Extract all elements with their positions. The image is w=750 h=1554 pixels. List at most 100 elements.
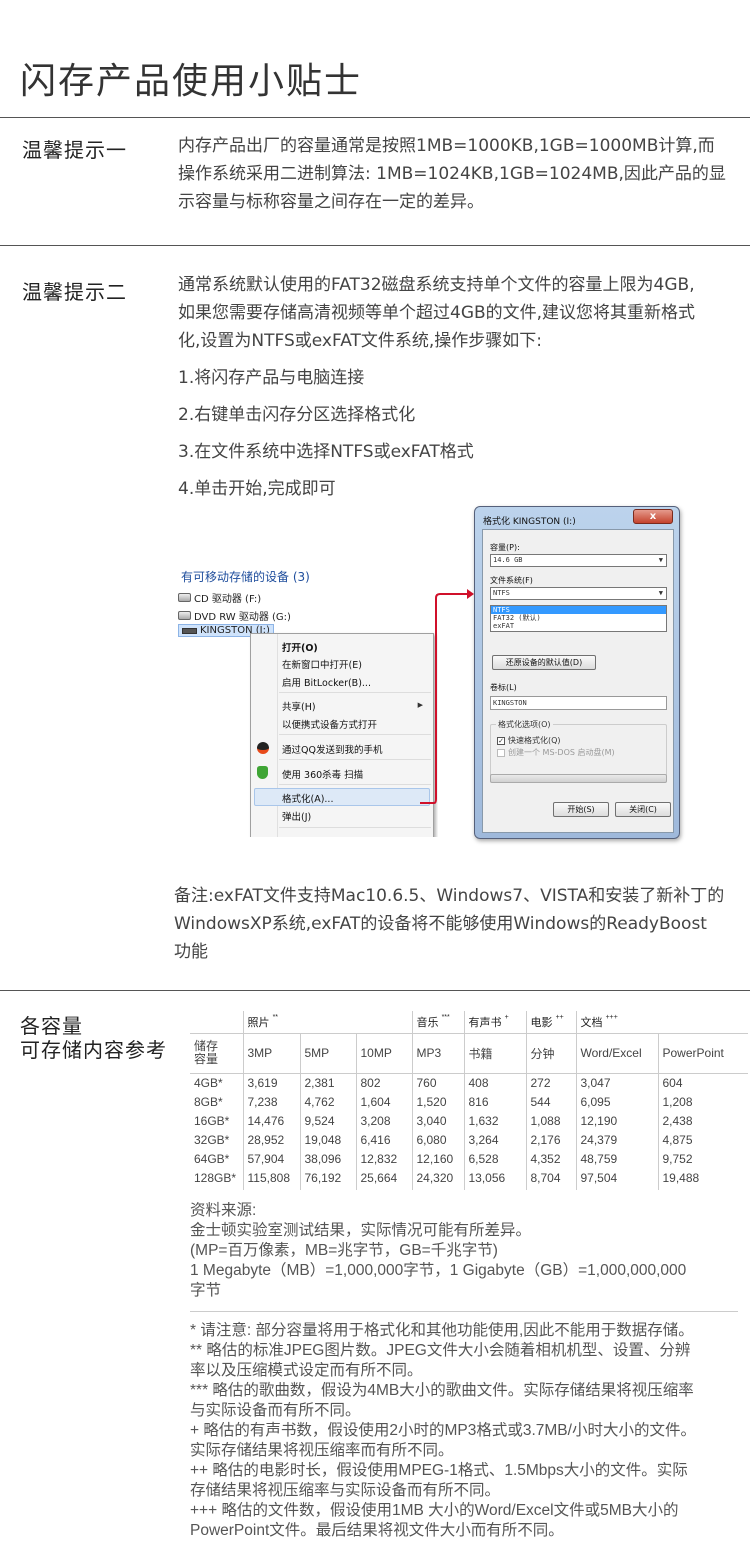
tip2-line: 化,设置为NTFS或exFAT文件系统,操作步骤如下: (178, 331, 543, 351)
footnote-line: + 略估的有声书数，假设使用2小时的MP3格式或3.7MB/小时大小的文件。 (190, 1422, 696, 1439)
filesystem-value: NTFS (493, 589, 510, 597)
volume-label-input[interactable]: KINGSTON (490, 696, 667, 710)
fs-option-exfat[interactable]: exFAT (491, 622, 666, 630)
connector-arrow-icon (420, 589, 474, 804)
tip2-line: 如果您需要存储高清视频等单个超过4GB的文件,建议您将其重新格式 (178, 303, 696, 323)
step-item: 2.右键单击闪存分区选择格式化 (178, 405, 416, 425)
row-header: 储存 容量 (190, 1033, 243, 1074)
filesystem-select[interactable]: NTFS ▼ (490, 587, 667, 600)
menu-open[interactable]: 打开(O) (282, 640, 318, 654)
tip2-body: 通常系统默认使用的FAT32磁盘系统支持单个文件的容量上限为4GB, 如果您需要… (178, 271, 738, 355)
menu-share[interactable]: 共享(H) (282, 699, 316, 713)
tip2-line: 通常系统默认使用的FAT32磁盘系统支持单个文件的容量上限为4GB, (178, 275, 695, 295)
device-dvd[interactable]: DVD RW 驱动器 (G:) (178, 608, 291, 623)
exfat-note: 备注:exFAT文件支持Mac10.6.5、Windows7、VISTA和安装了… (174, 882, 734, 966)
step-item: 4.单击开始,完成即可 (178, 479, 336, 499)
group-docs: 文档 +++ (575, 1011, 748, 1034)
divider (0, 990, 750, 991)
footnote-line: 实际存储结果将视压缩率而有所不同。 (190, 1442, 454, 1459)
column-header: 分钟 (525, 1033, 576, 1074)
msdos-disk-label: 创建一个 MS-DOS 启动盘(M) (508, 748, 615, 757)
menu-open-new-window[interactable]: 在新窗口中打开(E) (282, 657, 362, 671)
capacity-label: 容量(P): (490, 543, 520, 552)
column-header: 5MP (299, 1033, 356, 1074)
menu-separator (279, 759, 431, 760)
footnotes: * 请注意: 部分容量将用于格式化和其他功能使用,因此不能用于数据存储。 ** … (190, 1321, 740, 1541)
dialog-close-button[interactable]: x (633, 509, 673, 524)
group-music: 音乐 *** (411, 1011, 464, 1034)
removable-devices-header: 有可移动存储的设备 (3) (181, 570, 310, 584)
menu-scan-360[interactable]: 使用 360杀毒 扫描 (282, 767, 363, 781)
fs-option-ntfs[interactable]: NTFS (491, 606, 666, 614)
menu-bitlocker[interactable]: 启用 BitLocker(B)... (282, 675, 371, 689)
table-row: 4GB* 3,619 2,381 802 760 408 272 3,047 604 (190, 1073, 748, 1092)
table-row: 128GB* 115,808 76,192 25,664 24,320 13,056 8,7… (190, 1168, 748, 1190)
footnote-line: 率以及压缩模式设定而有所不同。 (190, 1362, 423, 1379)
chevron-down-icon: ▼ (658, 589, 663, 597)
footnote-line: ++ 略估的电影时长，假设使用MPEG-1格式、1.5Mbps大小的文件。实际 (190, 1462, 688, 1479)
cd-drive-icon (178, 593, 191, 602)
format-dialog: 格式化 KINGSTON (I:) x 容量(P): 14.6 GB ▼ 文件系… (474, 506, 680, 839)
format-options-group: 格式化选项(O) ✓ 快速格式化(Q) 创建一个 MS-DOS 启动盘(M) (490, 719, 667, 776)
close-button[interactable]: 关闭(C) (615, 802, 671, 817)
data-source: 资料来源: 金士顿实验室测试结果，实际情况可能有所差异。 (MP=百万像素，MB… (190, 1201, 740, 1301)
tip1-label: 温馨提示一 (22, 138, 127, 162)
format-options-label: 格式化选项(O) (496, 719, 553, 730)
menu-highlight (254, 788, 430, 806)
step-item: 3.在文件系统中选择NTFS或exFAT格式 (178, 442, 474, 462)
context-menu: 打开(O) 在新窗口中打开(E) 启用 BitLocker(B)... 共享(H… (250, 633, 434, 837)
tip1-body: 内存产品出厂的容量通常是按照1MB=1000KB,1GB=1000MB计算,而 … (178, 132, 738, 216)
source-line: 资料来源: (190, 1202, 257, 1219)
footnote-line: 与实际设备而有所不同。 (190, 1402, 361, 1419)
column-header: 10MP (355, 1033, 412, 1074)
format-progress-bar (490, 774, 667, 783)
menu-separator (279, 784, 431, 785)
tip2-label: 温馨提示二 (22, 280, 127, 304)
device-label: CD 驱动器 (F:) (194, 594, 262, 605)
table-row: 64GB* 57,904 38,096 12,832 12,160 6,528 4,352 4… (190, 1149, 748, 1168)
fs-option-fat32[interactable]: FAT32 (默认) (491, 614, 666, 622)
tip1-line: 内存产品出厂的容量通常是按照1MB=1000KB,1GB=1000MB计算,而 (178, 136, 715, 156)
menu-portable[interactable]: 以便携式设备方式打开 (282, 717, 377, 731)
checkmark-icon: ✓ (497, 736, 505, 745)
shield-icon (257, 766, 268, 779)
table-row: 32GB* 28,952 19,048 6,416 6,080 3,264 2,176 24,… (190, 1130, 748, 1149)
quick-format-checkbox[interactable]: ✓ 快速格式化(Q) (497, 735, 561, 746)
footnote-line: *** 略估的歌曲数，假设为4MB大小的歌曲文件。实际存储结果将视压缩率 (190, 1382, 694, 1399)
column-header: Word/Excel (575, 1033, 658, 1074)
menu-format[interactable]: 格式化(A)... (282, 791, 333, 805)
msdos-disk-checkbox[interactable]: 创建一个 MS-DOS 启动盘(M) (497, 747, 615, 758)
capacity-select[interactable]: 14.6 GB ▼ (490, 554, 667, 567)
table-group-row: 照片 ** 音乐 *** 有声书 + 电影 ++ 文档 +++ (190, 1011, 748, 1034)
footnote-line: PowerPoint文件。最后结果将视文件大小而有所不同。 (190, 1522, 564, 1539)
source-line: 金士顿实验室测试结果，实际情况可能有所差异。 (190, 1222, 532, 1239)
column-header: 3MP (242, 1033, 300, 1074)
note-line: WindowsXP系统,exFAT的设备将不能够使用Windows的ReadyB… (174, 914, 707, 934)
chevron-down-icon: ▼ (658, 556, 663, 564)
device-cd[interactable]: CD 驱动器 (F:) (178, 590, 261, 605)
restore-defaults-button[interactable]: 还原设备的默认值(D) (492, 655, 596, 670)
menu-send-qq[interactable]: 通过QQ发送到我的手机 (282, 742, 382, 756)
format-steps: 1.将闪存产品与电脑连接 2.右键单击闪存分区选择格式化 3.在文件系统中选择N… (178, 360, 474, 508)
capacity-section-label: 可存储内容参考 (20, 1038, 167, 1062)
tip1-line: 操作系统采用二进制算法: 1MB=1024KB,1GB=1024MB,因此产品的… (178, 164, 726, 184)
source-line: (MP=百万像素，MB=兆字节，GB=千兆字节) (190, 1242, 498, 1259)
group-photos: 照片 ** (242, 1011, 412, 1034)
divider (0, 245, 750, 246)
explorer-screenshot: 有可移动存储的设备 (3) CD 驱动器 (F:) DVD RW 驱动器 (G:… (174, 563, 438, 837)
page-title: 闪存产品使用小贴士 (20, 61, 363, 102)
qq-penguin-icon (257, 742, 269, 754)
column-header: MP3 (411, 1033, 464, 1074)
start-button[interactable]: 开始(S) (553, 802, 609, 817)
menu-eject[interactable]: 弹出(J) (282, 809, 311, 823)
capacity-table: 照片 ** 音乐 *** 有声书 + 电影 ++ 文档 +++ 储存 容量 3MP… (190, 1011, 748, 1190)
column-header: PowerPoint (657, 1033, 748, 1074)
dvd-drive-icon (178, 611, 191, 620)
note-line: 备注:exFAT文件支持Mac10.6.5、Windows7、VISTA和安装了… (174, 886, 725, 906)
footnote-line: +++ 略估的文件数，假设使用1MB 大小的Word/Excel文件或5MB大小… (190, 1502, 679, 1519)
table-row: 16GB* 14,476 9,524 3,208 3,040 1,632 1,088 12,1… (190, 1111, 748, 1130)
footnote-divider (190, 1311, 738, 1312)
tip1-line: 示容量与标称容量之间存在一定的差异。 (178, 192, 484, 212)
dialog-title: 格式化 KINGSTON (I:) (483, 517, 576, 527)
quick-format-label: 快速格式化(Q) (508, 736, 561, 745)
